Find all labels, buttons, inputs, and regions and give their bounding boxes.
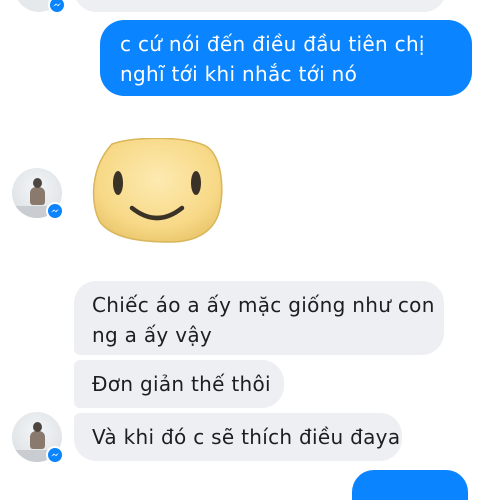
- contact-avatar[interactable]: [12, 412, 64, 464]
- smiley-sticker-icon[interactable]: [90, 138, 224, 244]
- outgoing-message-bubble[interactable]: c cứ nói đến điều đầu tiên chị nghĩ tới …: [100, 20, 472, 96]
- messenger-badge-icon: [48, 0, 66, 14]
- messenger-badge-icon: [46, 202, 64, 220]
- incoming-bubble-partial[interactable]: [74, 0, 446, 12]
- incoming-message-bubble[interactable]: Và khi đó c sẽ thích điều đaya: [74, 413, 402, 461]
- contact-avatar[interactable]: [12, 168, 64, 220]
- outgoing-bubble-partial[interactable]: [352, 470, 468, 500]
- partial-avatar-top: [14, 0, 66, 14]
- incoming-message-bubble[interactable]: Chiếc áo a ấy mặc giống như con ng a ấy …: [74, 281, 444, 355]
- incoming-message-bubble[interactable]: Đơn giản thế thôi: [74, 360, 284, 408]
- messenger-badge-icon: [46, 446, 64, 464]
